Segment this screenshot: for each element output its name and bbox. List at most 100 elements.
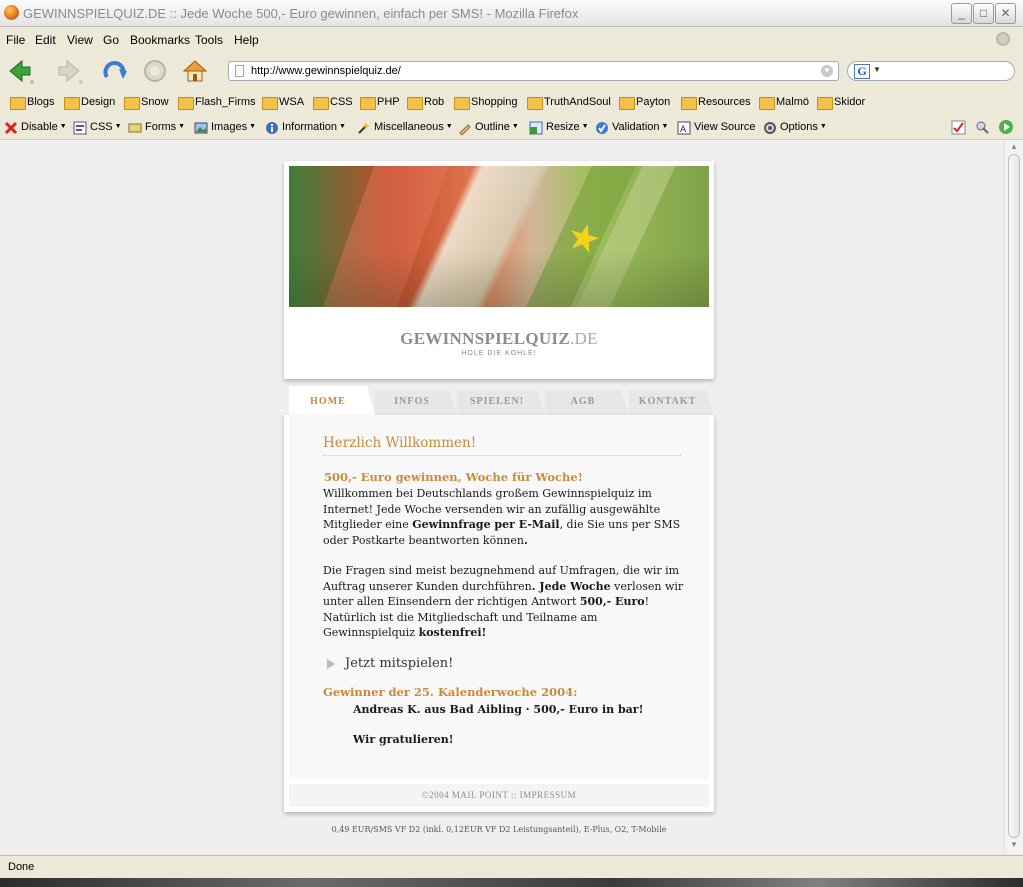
tab-infos[interactable]: INFOS xyxy=(375,390,457,415)
bookmark-payton[interactable]: Payton xyxy=(619,96,670,110)
scroll-down-icon[interactable]: ▼ xyxy=(1008,840,1020,852)
bookmark-resources[interactable]: Resources xyxy=(681,96,751,110)
bookmark-shopping[interactable]: Shopping xyxy=(454,96,518,110)
play-now-label: Jetzt mitspielen! xyxy=(345,655,454,671)
content-text: Herzlich Willkommen! 500,- Euro gewinnen… xyxy=(323,435,685,748)
menu-bar: File Edit View Go Bookmarks Tools Help xyxy=(0,28,1023,52)
dev-forms-menu[interactable]: Forms ▼ xyxy=(128,121,185,133)
bookmark-flash-firms[interactable]: Flash_Firms xyxy=(178,96,256,110)
tools-icon[interactable] xyxy=(975,120,990,135)
vertical-scrollbar[interactable]: ▲ ▼ xyxy=(1004,140,1023,854)
dev-outline-menu[interactable]: Outline ▼ xyxy=(458,121,519,135)
dev-information-label: Information xyxy=(282,121,338,133)
menu-go[interactable]: Go xyxy=(103,33,119,47)
intro-paragraph: Willkommen bei Deutschlands großem Gewin… xyxy=(323,486,685,548)
dev-miscellaneous-label: Miscellaneous xyxy=(374,121,444,133)
dev-view-source-label: View Source xyxy=(694,121,756,133)
menu-help[interactable]: Help xyxy=(234,33,259,47)
url-text[interactable]: http://www.gewinnspielquiz.de/ xyxy=(251,65,401,77)
winner-heading: Gewinner der 25. Kalenderwoche 2004: xyxy=(323,685,578,699)
miscellaneous-icon xyxy=(358,122,370,134)
dev-view-source-button[interactable]: A View Source xyxy=(677,121,756,135)
web-developer-toolbar: Disable ▼ CSS ▼ Forms ▼ Images ▼ Information… xyxy=(0,116,1023,140)
dev-forms-label: Forms xyxy=(145,121,177,133)
search-bar[interactable]: G ▼ xyxy=(847,61,1015,81)
bookmark-malmo[interactable]: Malmö xyxy=(759,96,809,110)
tab-spielen[interactable]: SPIELEN! xyxy=(457,390,545,415)
desktop-strip xyxy=(0,878,1023,887)
bookmark-blogs[interactable]: Blogs xyxy=(10,96,55,110)
page-icon xyxy=(235,65,244,77)
stop-icon[interactable] xyxy=(141,57,169,85)
tab-agb[interactable]: AGB xyxy=(545,390,629,415)
menu-tools[interactable]: Tools xyxy=(195,33,223,47)
site-nav-tabs: HOME INFOS SPIELEN! AGB KONTAKT xyxy=(284,386,714,415)
prize-subheading: 500,- Euro gewinnen, Woche für Woche! xyxy=(324,469,583,484)
bookmark-php[interactable]: PHP xyxy=(360,96,400,110)
search-engine-dropdown-icon[interactable]: ▼ xyxy=(873,65,881,74)
svg-text:A: A xyxy=(680,125,687,135)
content-panel: Herzlich Willkommen! 500,- Euro gewinnen… xyxy=(284,415,714,812)
menu-bookmarks[interactable]: Bookmarks xyxy=(130,33,190,47)
dev-css-menu[interactable]: CSS ▼ xyxy=(73,121,122,135)
info-text-bold-3: kostenfrei! xyxy=(418,626,487,639)
dev-information-menu[interactable]: Information ▼ xyxy=(265,121,346,134)
forward-icon[interactable] xyxy=(55,57,83,85)
tab-home[interactable]: HOME xyxy=(289,386,375,415)
bookmark-snow[interactable]: Snow xyxy=(124,96,169,110)
css-icon xyxy=(73,121,87,135)
tab-kontakt[interactable]: KONTAKT xyxy=(629,390,714,415)
welcome-heading: Herzlich Willkommen! xyxy=(323,435,681,456)
scrollbar-thumb[interactable] xyxy=(1008,154,1020,838)
forms-icon xyxy=(128,123,142,133)
throbber-icon xyxy=(996,32,1010,46)
options-gear-icon xyxy=(764,122,776,134)
logo-tld: .DE xyxy=(570,329,598,348)
dev-miscellaneous-menu[interactable]: Miscellaneous ▼ xyxy=(357,121,453,134)
bookmark-design[interactable]: Design xyxy=(64,96,115,110)
info-text-bold-2: 500,- Euro xyxy=(579,595,645,608)
bookmark-wsa[interactable]: WSA xyxy=(262,96,304,110)
menu-edit[interactable]: Edit xyxy=(35,33,56,47)
scroll-up-icon[interactable]: ▲ xyxy=(1008,142,1020,154)
play-now-link[interactable]: Jetzt mitspielen! xyxy=(323,656,685,672)
winner-text: Andreas K. aus Bad Aibling · 500,- Euro … xyxy=(353,702,644,716)
site-footer[interactable]: ©2004 MAIL POINT :: IMPRESSUM xyxy=(289,784,709,807)
site-logo[interactable]: GEWINNSPIELQUIZ.DE xyxy=(284,329,714,349)
home-icon[interactable] xyxy=(181,57,209,85)
images-icon xyxy=(194,122,208,134)
dev-validation-menu[interactable]: Validation ▼ xyxy=(595,121,668,134)
css-validator-icon[interactable] xyxy=(951,120,966,135)
bookmark-css[interactable]: CSS xyxy=(313,96,353,110)
information-icon xyxy=(266,122,278,134)
menu-file[interactable]: File xyxy=(6,33,25,47)
dev-resize-menu[interactable]: Resize ▼ xyxy=(529,121,589,135)
resize-icon xyxy=(529,121,543,135)
bookmark-rob[interactable]: Rob xyxy=(407,96,444,110)
dev-disable-label: Disable xyxy=(21,121,58,133)
maximize-button[interactable]: □ xyxy=(973,3,994,24)
url-dropdown-icon[interactable]: ▼ xyxy=(821,65,833,77)
dev-disable-menu[interactable]: Disable ▼ xyxy=(4,121,67,135)
close-button[interactable]: ✕ xyxy=(995,3,1016,24)
dev-options-menu[interactable]: Options ▼ xyxy=(763,121,827,134)
dev-images-label: Images xyxy=(211,121,248,133)
reload-icon[interactable] xyxy=(101,57,129,85)
bookmark-skidor[interactable]: Skidor xyxy=(817,96,865,110)
address-bar[interactable]: http://www.gewinnspielquiz.de/ ▼ xyxy=(228,61,839,81)
back-icon[interactable] xyxy=(6,57,34,85)
dev-outline-label: Outline xyxy=(475,121,510,133)
status-text: Done xyxy=(8,861,35,873)
menu-view[interactable]: View xyxy=(67,33,93,47)
dev-resize-label: Resize xyxy=(546,121,580,133)
dev-images-menu[interactable]: Images ▼ xyxy=(194,121,256,134)
google-search-icon[interactable]: G xyxy=(854,64,870,79)
site-header: ★ GEWINNSPIELQUIZ.DE HOLE DIE KOHLE! xyxy=(284,161,714,379)
play-arrow-icon xyxy=(327,658,335,669)
intro-text-3: . xyxy=(523,533,528,547)
bookmark-truthandsoul[interactable]: TruthAndSoul xyxy=(527,96,611,110)
disable-icon xyxy=(4,121,18,135)
window-title: GEWINNSPIELQUIZ.DE :: Jede Woche 500,- E… xyxy=(23,6,579,21)
minimize-button[interactable]: _ xyxy=(951,3,972,24)
go-icon[interactable] xyxy=(998,119,1014,135)
